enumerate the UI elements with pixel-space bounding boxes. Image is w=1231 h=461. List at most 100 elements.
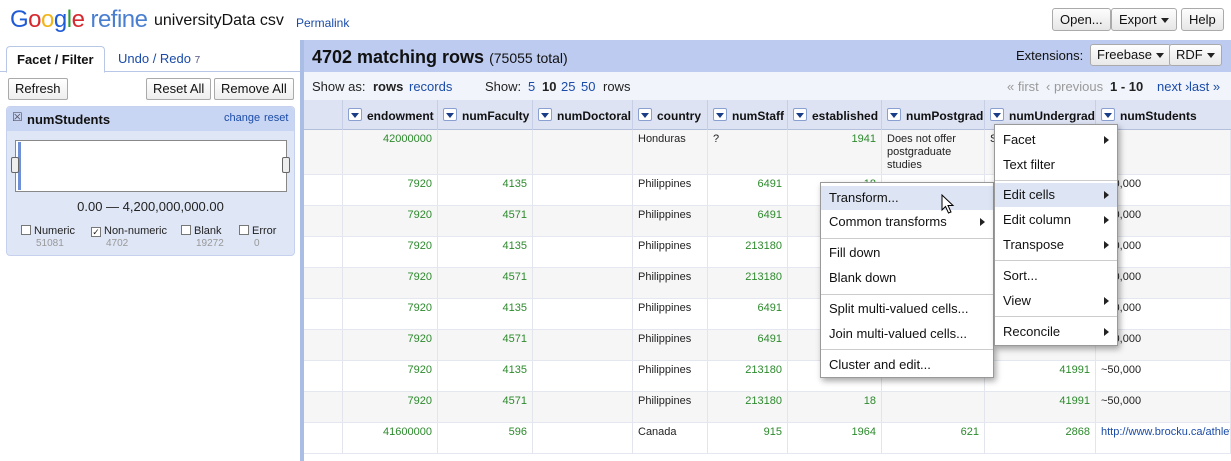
- page-size-5[interactable]: 5: [528, 79, 535, 94]
- column-menu-icon[interactable]: [990, 108, 1004, 121]
- table-cell[interactable]: Honduras: [633, 130, 708, 174]
- range-handle-left[interactable]: [11, 157, 19, 173]
- menu-item-blank-down[interactable]: Blank down: [821, 266, 993, 290]
- table-cell[interactable]: Canada: [633, 423, 708, 453]
- column-menu-icon[interactable]: [443, 108, 457, 121]
- next-page-link[interactable]: next ›: [1157, 79, 1190, 94]
- table-cell[interactable]: 4135: [438, 175, 533, 205]
- table-cell[interactable]: 213180: [708, 237, 788, 267]
- table-cell[interactable]: [533, 392, 633, 422]
- previous-page-link[interactable]: ‹ previous: [1046, 79, 1103, 94]
- table-cell[interactable]: Philippines: [633, 206, 708, 236]
- table-cell[interactable]: [533, 299, 633, 329]
- table-cell[interactable]: 6491: [708, 299, 788, 329]
- permalink-link[interactable]: Permalink: [296, 16, 349, 30]
- column-menu-icon[interactable]: [538, 108, 552, 121]
- table-cell[interactable]: 7920: [343, 268, 438, 298]
- table-cell[interactable]: 41991: [985, 361, 1096, 391]
- first-page-link[interactable]: « first: [1007, 79, 1039, 94]
- column-header-numdoctoral[interactable]: numDoctoral: [533, 100, 633, 130]
- table-cell[interactable]: Philippines: [633, 392, 708, 422]
- table-cell[interactable]: 6491: [708, 206, 788, 236]
- table-cell[interactable]: 4571: [438, 330, 533, 360]
- column-menu-icon[interactable]: [793, 108, 807, 121]
- column-menu-icon[interactable]: [638, 108, 652, 121]
- menu-item-transpose[interactable]: Transpose: [995, 233, 1117, 257]
- open-button[interactable]: Open...: [1052, 8, 1111, 31]
- table-cell[interactable]: Philippines: [633, 237, 708, 267]
- range-handle-right[interactable]: [282, 157, 290, 173]
- checkbox-error[interactable]: Error 0: [239, 225, 276, 249]
- menu-item-fill-down[interactable]: Fill down: [821, 241, 993, 265]
- table-cell[interactable]: 7920: [343, 237, 438, 267]
- help-button[interactable]: Help: [1181, 8, 1224, 31]
- table-cell[interactable]: ~50,000: [1096, 361, 1231, 391]
- column-menu-icon[interactable]: [713, 108, 727, 121]
- table-cell[interactable]: 7920: [343, 361, 438, 391]
- column-header-numstaff[interactable]: numStaff: [708, 100, 788, 130]
- column-header-established[interactable]: established: [788, 100, 882, 130]
- menu-item-text-filter[interactable]: Text filter: [995, 153, 1117, 177]
- table-cell[interactable]: ?: [708, 130, 788, 174]
- close-icon[interactable]: ☒: [12, 110, 23, 124]
- menu-item-sort[interactable]: Sort...: [995, 264, 1117, 288]
- table-cell[interactable]: 6491: [708, 175, 788, 205]
- table-cell[interactable]: 596: [438, 423, 533, 453]
- page-size-25[interactable]: 25: [561, 79, 575, 94]
- table-cell[interactable]: 213180: [708, 268, 788, 298]
- table-cell[interactable]: 7920: [343, 330, 438, 360]
- table-cell[interactable]: 915: [708, 423, 788, 453]
- remove-all-button[interactable]: Remove All: [214, 78, 294, 100]
- facet-reset-link[interactable]: reset: [264, 112, 288, 124]
- project-name[interactable]: universityData csv: [154, 12, 284, 30]
- table-cell[interactable]: 213180: [708, 392, 788, 422]
- table-cell[interactable]: [533, 361, 633, 391]
- page-size-50[interactable]: 50: [581, 79, 595, 94]
- table-cell[interactable]: 7920: [343, 175, 438, 205]
- column-menu-icon[interactable]: [887, 108, 901, 121]
- tab-facet-filter[interactable]: Facet / Filter: [6, 46, 105, 73]
- table-cell[interactable]: 4135: [438, 361, 533, 391]
- page-size-10[interactable]: 10: [542, 79, 556, 94]
- menu-item-join-multi-valued[interactable]: Join multi-valued cells...: [821, 322, 993, 346]
- table-cell[interactable]: 4135: [438, 299, 533, 329]
- column-header-numfaculty[interactable]: numFaculty: [438, 100, 533, 130]
- table-cell[interactable]: 1941: [788, 130, 882, 174]
- menu-item-split-multi-valued[interactable]: Split multi-valued cells...: [821, 297, 993, 321]
- table-cell[interactable]: [882, 392, 985, 422]
- table-cell[interactable]: [533, 330, 633, 360]
- table-cell[interactable]: 1964: [788, 423, 882, 453]
- checkbox-blank[interactable]: Blank 19272: [181, 225, 224, 249]
- column-menu-icon[interactable]: [348, 108, 362, 121]
- facet-change-link[interactable]: change: [224, 112, 260, 124]
- refresh-button[interactable]: Refresh: [8, 78, 68, 100]
- menu-item-facet[interactable]: Facet: [995, 128, 1117, 152]
- checkbox-non-numeric[interactable]: ✓ Non-numeric 4702: [91, 225, 167, 249]
- table-cell[interactable]: [533, 175, 633, 205]
- table-cell[interactable]: 621: [882, 423, 985, 453]
- table-cell[interactable]: [533, 206, 633, 236]
- table-cell[interactable]: Does not offer postgraduate studies: [882, 130, 985, 174]
- last-page-link[interactable]: last »: [1189, 79, 1220, 94]
- table-cell[interactable]: [438, 130, 533, 174]
- table-cell[interactable]: 7920: [343, 392, 438, 422]
- google-refine-logo[interactable]: Google refine: [10, 6, 148, 34]
- export-button[interactable]: Export: [1111, 8, 1177, 31]
- table-cell[interactable]: 7920: [343, 299, 438, 329]
- table-cell[interactable]: Philippines: [633, 175, 708, 205]
- table-cell[interactable]: Philippines: [633, 330, 708, 360]
- table-cell[interactable]: 4571: [438, 268, 533, 298]
- view-records-link[interactable]: records: [409, 79, 452, 94]
- table-cell[interactable]: 41600000: [343, 423, 438, 453]
- table-cell[interactable]: 4135: [438, 237, 533, 267]
- column-header-endowment[interactable]: endowment: [343, 100, 438, 130]
- menu-item-view[interactable]: View: [995, 289, 1117, 313]
- table-cell[interactable]: [533, 130, 633, 174]
- reset-all-button[interactable]: Reset All: [146, 78, 212, 100]
- table-cell[interactable]: [533, 423, 633, 453]
- menu-item-edit-cells[interactable]: Edit cells: [995, 183, 1117, 207]
- table-cell[interactable]: 6491: [708, 330, 788, 360]
- tab-undo-redo[interactable]: Undo / Redo 7: [108, 46, 210, 73]
- view-rows[interactable]: rows: [373, 79, 403, 94]
- checkbox-numeric[interactable]: Numeric 51081: [21, 225, 75, 249]
